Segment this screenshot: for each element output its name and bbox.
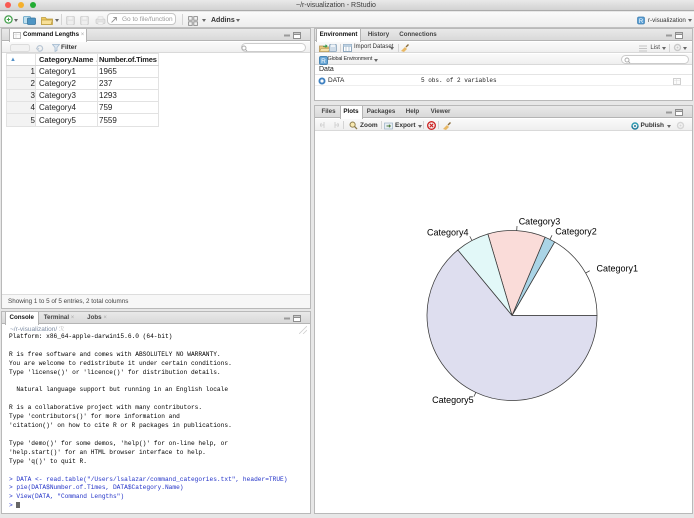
- svg-text:Category1: Category1: [597, 264, 639, 274]
- svg-text:Category2: Category2: [555, 227, 597, 237]
- svg-text:Category3: Category3: [519, 217, 561, 227]
- svg-text:Category4: Category4: [427, 228, 469, 238]
- svg-text:R: R: [639, 19, 644, 25]
- svg-text:R: R: [321, 58, 326, 65]
- svg-text:Category5: Category5: [432, 395, 474, 405]
